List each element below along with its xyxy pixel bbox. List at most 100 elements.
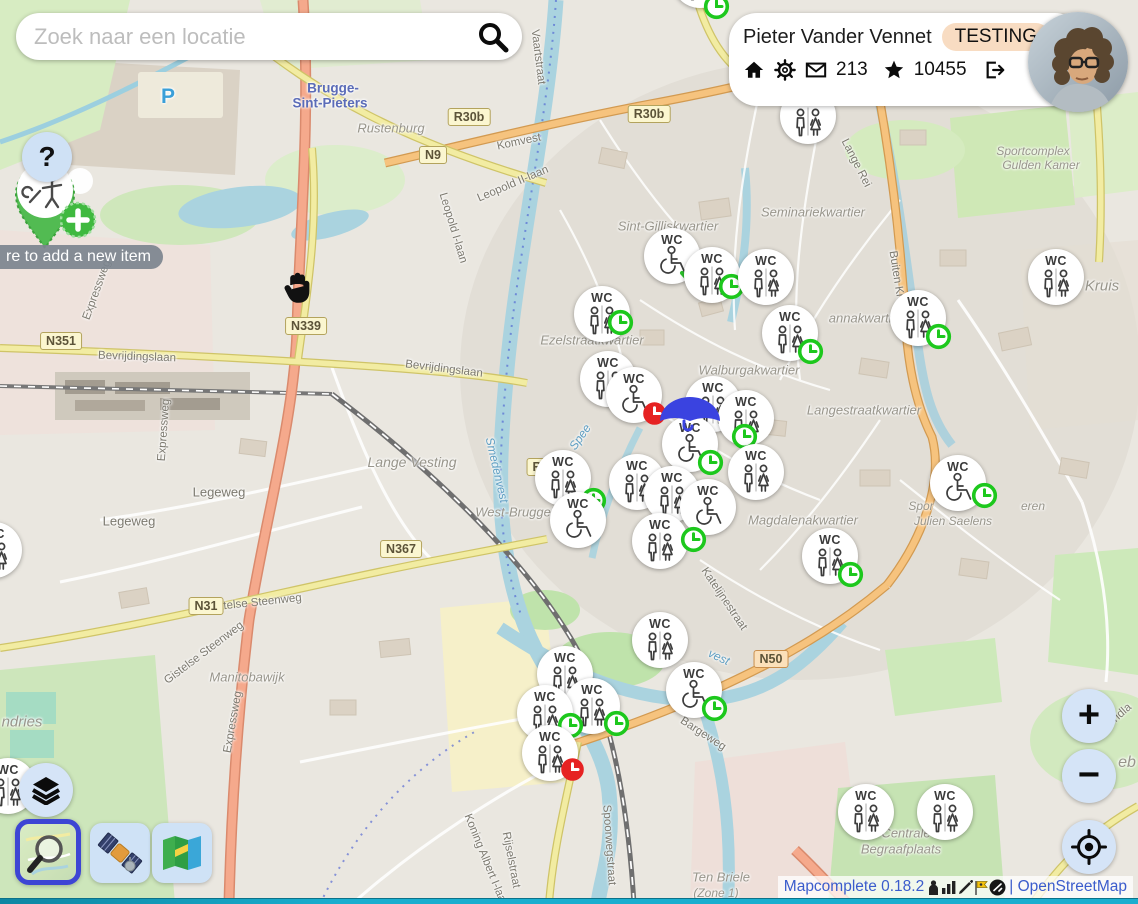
toilets-marker[interactable]: WC xyxy=(1028,249,1084,305)
toilets-marker[interactable]: WC xyxy=(632,612,688,668)
wheelchair-toilet-marker[interactable]: WC xyxy=(606,367,662,423)
logout-icon[interactable] xyxy=(984,59,1006,81)
wheelchair-toilet-marker[interactable]: WC xyxy=(662,416,718,472)
license-badge-icon[interactable] xyxy=(989,879,1006,896)
user-name: Pieter Vander Vennet xyxy=(743,26,932,49)
open-hours-badge xyxy=(797,338,824,365)
svg-text:WC: WC xyxy=(567,497,589,511)
wheelchair-toilet-marker[interactable]: WC xyxy=(550,492,606,548)
zoom-out-button[interactable]: − xyxy=(1062,749,1116,803)
add-plus-icon[interactable] xyxy=(61,203,95,237)
home-icon[interactable] xyxy=(743,59,765,81)
avatar[interactable] xyxy=(1028,12,1128,112)
svg-text:WC: WC xyxy=(755,254,777,268)
toilets-marker[interactable]: WC xyxy=(522,725,578,781)
toilets-marker[interactable]: WC xyxy=(728,444,784,500)
open-hours-badge xyxy=(607,309,634,336)
svg-text:WC: WC xyxy=(934,789,956,803)
osm-attribution-link[interactable]: | OpenStreetMap xyxy=(1009,878,1127,896)
marker-circle: WC xyxy=(550,492,606,548)
svg-text:WC: WC xyxy=(683,667,705,681)
marker-circle: WC xyxy=(632,612,688,668)
toilets-marker[interactable]: WC xyxy=(718,390,774,446)
svg-text:WC: WC xyxy=(649,518,671,532)
toilets-marker[interactable]: WC xyxy=(0,522,22,578)
toilets-marker[interactable]: WC xyxy=(762,305,818,361)
background-style-satellite-button[interactable] xyxy=(90,823,150,883)
svg-text:WC: WC xyxy=(623,372,645,386)
svg-text:WC: WC xyxy=(581,683,603,697)
svg-text:WC: WC xyxy=(697,484,719,498)
stars-count: 10455 xyxy=(914,59,967,81)
marker-circle: WC xyxy=(0,522,22,578)
flag-icon[interactable] xyxy=(974,880,988,895)
help-button[interactable]: ? xyxy=(22,132,72,182)
grab-hand-cursor-icon xyxy=(283,271,311,303)
attribution-bar: Mapcomplete 0.18.2 | OpenStreetMap xyxy=(778,876,1133,898)
svg-text:WC: WC xyxy=(907,295,929,309)
svg-text:WC: WC xyxy=(745,449,767,463)
osm-map-magnifier-icon xyxy=(22,826,74,878)
add-item-tooltip: re to add a new item xyxy=(0,245,163,269)
umbrella-icon xyxy=(658,394,722,434)
help-glyph: ? xyxy=(38,141,55,173)
plus-glyph: + xyxy=(1078,696,1100,734)
layers-button[interactable] xyxy=(19,763,73,817)
mapcomplete-version-link[interactable]: Mapcomplete 0.18.2 xyxy=(784,878,924,896)
contributor-icon[interactable] xyxy=(927,880,940,895)
open-hours-badge xyxy=(701,695,728,722)
mapcomplete-app: Brugge-Sint-PietersRustenburgSportcomple… xyxy=(0,0,1138,904)
toilets-marker[interactable]: WC xyxy=(672,0,728,8)
svg-text:WC: WC xyxy=(701,252,723,266)
bottom-theme-strip xyxy=(0,898,1138,904)
star-icon[interactable] xyxy=(883,59,905,81)
search-input[interactable] xyxy=(32,23,476,51)
svg-text:WC: WC xyxy=(591,291,613,305)
toilets-marker[interactable]: WC xyxy=(738,249,794,305)
open-hours-badge xyxy=(697,449,724,476)
folded-map-icon xyxy=(159,830,205,876)
toilets-marker[interactable]: WC xyxy=(684,247,740,303)
marker-circle: WC xyxy=(1028,249,1084,305)
messages-count: 213 xyxy=(836,59,868,81)
marker-circle: WC xyxy=(917,784,973,840)
background-style-map-button[interactable] xyxy=(152,823,212,883)
minus-glyph: − xyxy=(1078,756,1100,794)
open-hours-badge xyxy=(680,526,707,553)
svg-text:WC: WC xyxy=(0,763,19,777)
svg-text:WC: WC xyxy=(552,455,574,469)
svg-text:WC: WC xyxy=(855,789,877,803)
marker-circle: WC xyxy=(728,444,784,500)
toilets-marker[interactable]: WC xyxy=(632,513,688,569)
geolocate-button[interactable] xyxy=(1062,820,1116,874)
edit-pencil-icon[interactable] xyxy=(958,880,973,895)
svg-text:WC: WC xyxy=(661,233,683,247)
wheelchair-toilet-marker[interactable]: WC xyxy=(666,662,722,718)
open-hours-badge xyxy=(925,323,952,350)
background-style-osm-button[interactable] xyxy=(15,819,81,885)
zoom-in-button[interactable]: + xyxy=(1062,689,1116,743)
marker-circle: WC xyxy=(738,249,794,305)
svg-text:WC: WC xyxy=(539,730,561,744)
wheelchair-toilet-marker[interactable]: WC xyxy=(930,455,986,511)
closed-hours-badge xyxy=(559,756,586,783)
search-icon[interactable] xyxy=(476,20,510,54)
svg-text:WC: WC xyxy=(779,310,801,324)
toilets-marker[interactable]: WC xyxy=(838,784,894,840)
svg-text:WC: WC xyxy=(0,527,5,541)
gear-icon[interactable] xyxy=(774,59,796,81)
svg-text:WC: WC xyxy=(534,690,556,704)
svg-text:WC: WC xyxy=(819,533,841,547)
toilets-marker[interactable]: WC xyxy=(890,290,946,346)
svg-text:WC: WC xyxy=(554,651,576,665)
svg-text:WC: WC xyxy=(735,395,757,409)
open-hours-badge xyxy=(837,561,864,588)
search-bar xyxy=(16,13,522,60)
toilets-marker[interactable]: WC xyxy=(802,528,858,584)
statistics-icon[interactable] xyxy=(941,880,957,894)
toilets-marker[interactable]: WC xyxy=(574,286,630,342)
svg-text:WC: WC xyxy=(947,460,969,474)
toilets-marker[interactable]: WC xyxy=(917,784,973,840)
messages-envelope-icon[interactable] xyxy=(805,59,827,81)
svg-text:WC: WC xyxy=(649,617,671,631)
